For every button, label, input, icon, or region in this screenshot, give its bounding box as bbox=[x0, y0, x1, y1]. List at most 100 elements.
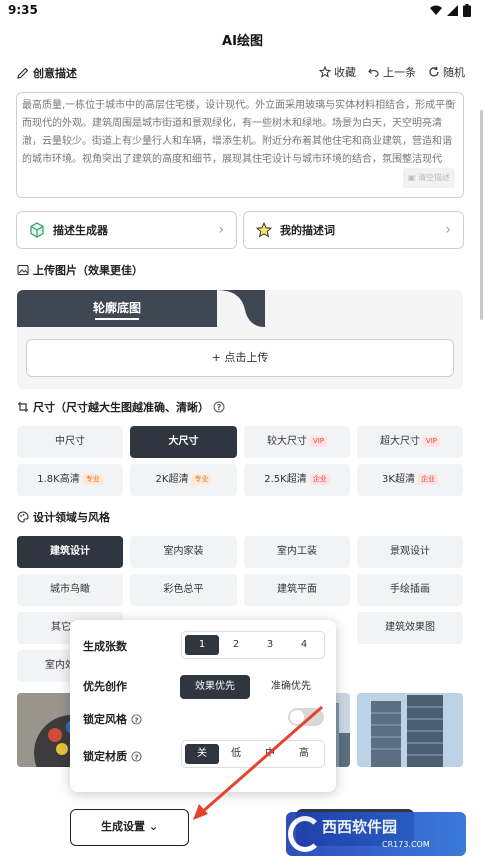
style-hand-drawn[interactable]: 手绘插画 bbox=[357, 574, 463, 606]
crop-icon bbox=[18, 402, 28, 412]
pencil-icon bbox=[17, 67, 29, 79]
generation-settings-label: 生成设置 bbox=[100, 820, 145, 833]
count-option-1[interactable]: 1 bbox=[185, 635, 219, 655]
vip-badge: VIP bbox=[422, 436, 441, 447]
watermark-brand: 西西软件园 bbox=[322, 818, 398, 836]
resolution-label: 1.8K高清 bbox=[37, 474, 80, 485]
tab-underline bbox=[95, 318, 139, 320]
count-option-2[interactable]: 2 bbox=[219, 635, 253, 655]
description-heading: 创意描述 bbox=[17, 65, 77, 81]
upload-area: 轮廓底图 + 点击上传 bbox=[17, 290, 463, 389]
style-floor-plan[interactable]: 建筑平面 bbox=[244, 574, 350, 606]
style-architecture-render[interactable]: 建筑效果图 bbox=[357, 612, 463, 644]
upload-button-label: + 点击上传 bbox=[211, 351, 269, 364]
svg-text:?: ? bbox=[217, 403, 222, 412]
material-option-off[interactable]: 关 bbox=[185, 744, 219, 764]
priority-accuracy-option[interactable]: 准确优先 bbox=[256, 675, 326, 699]
random-button[interactable]: 随机 bbox=[428, 64, 465, 80]
enterprise-badge: 企业 bbox=[417, 474, 438, 485]
style-color-site-plan[interactable]: 彩色总平 bbox=[130, 574, 237, 606]
lock-style-toggle[interactable] bbox=[288, 708, 324, 726]
priority-effect-option[interactable]: 效果优先 bbox=[180, 675, 250, 699]
watermark-badge: 西西软件园 CR173.COM bbox=[286, 812, 466, 856]
lock-material-row-label: 锁定材质 ? bbox=[83, 748, 142, 764]
chevron-right-icon: › bbox=[445, 222, 451, 238]
material-option-low[interactable]: 低 bbox=[219, 744, 253, 764]
star-filled-icon bbox=[256, 222, 272, 238]
lock-style-label: 锁定风格 bbox=[83, 713, 127, 726]
style-architecture[interactable]: 建筑设计 bbox=[17, 536, 123, 568]
resolution-2-5k[interactable]: 2.5K超清 企业 bbox=[244, 464, 350, 496]
count-label: 生成张数 bbox=[83, 640, 127, 653]
help-icon[interactable]: ? bbox=[131, 750, 142, 762]
scrollbar[interactable] bbox=[480, 110, 483, 320]
style-city-aerial[interactable]: 城市鸟瞰 bbox=[17, 574, 123, 606]
style-interior-commercial[interactable]: 室内工装 bbox=[244, 536, 350, 568]
size-option-larger[interactable]: 较大尺寸 VIP bbox=[244, 426, 350, 458]
vip-badge: VIP bbox=[309, 436, 328, 447]
pro-badge: 专业 bbox=[82, 474, 103, 485]
material-option-high[interactable]: 高 bbox=[287, 744, 321, 764]
star-icon bbox=[319, 66, 331, 78]
style-label: 室内工装 bbox=[277, 546, 317, 557]
help-icon[interactable]: ? bbox=[213, 401, 225, 413]
style-label: 其它 bbox=[51, 622, 71, 633]
image-icon bbox=[17, 264, 29, 276]
status-bar: 9:35 bbox=[0, 0, 485, 24]
size-option-medium[interactable]: 中尺寸 bbox=[17, 426, 123, 458]
enterprise-badge: 企业 bbox=[309, 474, 330, 485]
favorite-button[interactable]: 收藏 bbox=[319, 64, 356, 80]
description-generator-card[interactable]: 描述生成器 › bbox=[16, 211, 237, 249]
count-option-4[interactable]: 4 bbox=[287, 635, 321, 655]
trash-icon: ▣ bbox=[407, 173, 416, 182]
wifi-icon bbox=[430, 5, 442, 15]
svg-text:?: ? bbox=[134, 752, 138, 761]
description-actions: 收藏 上一条 随机 bbox=[319, 64, 465, 80]
style-interior-home[interactable]: 室内家装 bbox=[130, 536, 237, 568]
style-label: 建筑设计 bbox=[50, 546, 90, 557]
lock-style-row-label: 锁定风格 ? bbox=[83, 711, 142, 727]
favorite-label: 收藏 bbox=[334, 66, 356, 79]
tab-outline-image[interactable]: 轮廓底图 bbox=[17, 290, 217, 327]
style-heading-label: 设计领域与风格 bbox=[33, 511, 110, 524]
cube-icon bbox=[30, 222, 44, 238]
previous-button[interactable]: 上一条 bbox=[368, 64, 416, 80]
description-text: 最高质量,一栋位于城市中的高层住宅楼，设计现代。外立面采用玻璃与实体材料相结合，… bbox=[22, 100, 456, 165]
size-heading-label: 尺寸（尺寸越大生图越准确、清晰） bbox=[33, 401, 209, 414]
lock-material-label: 锁定材质 bbox=[83, 750, 127, 763]
page-title: AI绘图 bbox=[222, 34, 263, 49]
description-generator-label: 描述生成器 bbox=[53, 224, 108, 237]
palette-icon bbox=[17, 511, 29, 523]
status-icons bbox=[430, 4, 471, 17]
description-textarea[interactable]: 最高质量,一栋位于城市中的高层住宅楼，设计现代。外立面采用玻璃与实体材料相结合，… bbox=[16, 92, 464, 198]
size-option-extra-large[interactable]: 超大尺寸 VIP bbox=[357, 426, 463, 458]
resolution-1-8k[interactable]: 1.8K高清 专业 bbox=[17, 464, 123, 496]
watermark-url: CR173.COM bbox=[382, 840, 430, 849]
resolution-label: 2K超清 bbox=[155, 474, 189, 485]
signal-icon bbox=[447, 5, 458, 16]
tab-curve-shape bbox=[217, 290, 265, 327]
generation-settings-button[interactable]: 生成设置 ⌄ bbox=[70, 809, 189, 846]
help-icon[interactable]: ? bbox=[131, 713, 142, 725]
count-row-label: 生成张数 bbox=[83, 638, 127, 654]
size-option-large[interactable]: 大尺寸 bbox=[130, 426, 237, 458]
style-label: 建筑效果图 bbox=[385, 622, 435, 633]
my-prompts-card[interactable]: 我的描述词 › bbox=[243, 211, 464, 249]
chevron-right-icon: › bbox=[218, 222, 224, 238]
count-option-3[interactable]: 3 bbox=[253, 635, 287, 655]
upload-button[interactable]: + 点击上传 bbox=[26, 339, 454, 377]
count-selector: 1 2 3 4 bbox=[181, 631, 325, 659]
resolution-3k[interactable]: 3K超清 企业 bbox=[357, 464, 463, 496]
app-title-bar: AI绘图 bbox=[0, 26, 485, 58]
generation-settings-popup: 生成张数 1 2 3 4 优先创作 效果优先 准确优先 锁定风格 ? 锁定材质 … bbox=[70, 620, 336, 792]
style-landscape[interactable]: 景观设计 bbox=[357, 536, 463, 568]
sample-thumbnail-4[interactable] bbox=[357, 693, 463, 767]
watermark-c-mark bbox=[288, 816, 322, 852]
previous-label: 上一条 bbox=[383, 66, 416, 79]
resolution-2k[interactable]: 2K超清 专业 bbox=[130, 464, 237, 496]
style-label: 城市鸟瞰 bbox=[50, 584, 90, 595]
size-label: 中尺寸 bbox=[55, 436, 85, 447]
material-option-medium[interactable]: 中 bbox=[253, 744, 287, 764]
clear-description-button[interactable]: ▣ 清空描述 bbox=[402, 168, 455, 188]
priority-row-label: 优先创作 bbox=[83, 678, 127, 694]
